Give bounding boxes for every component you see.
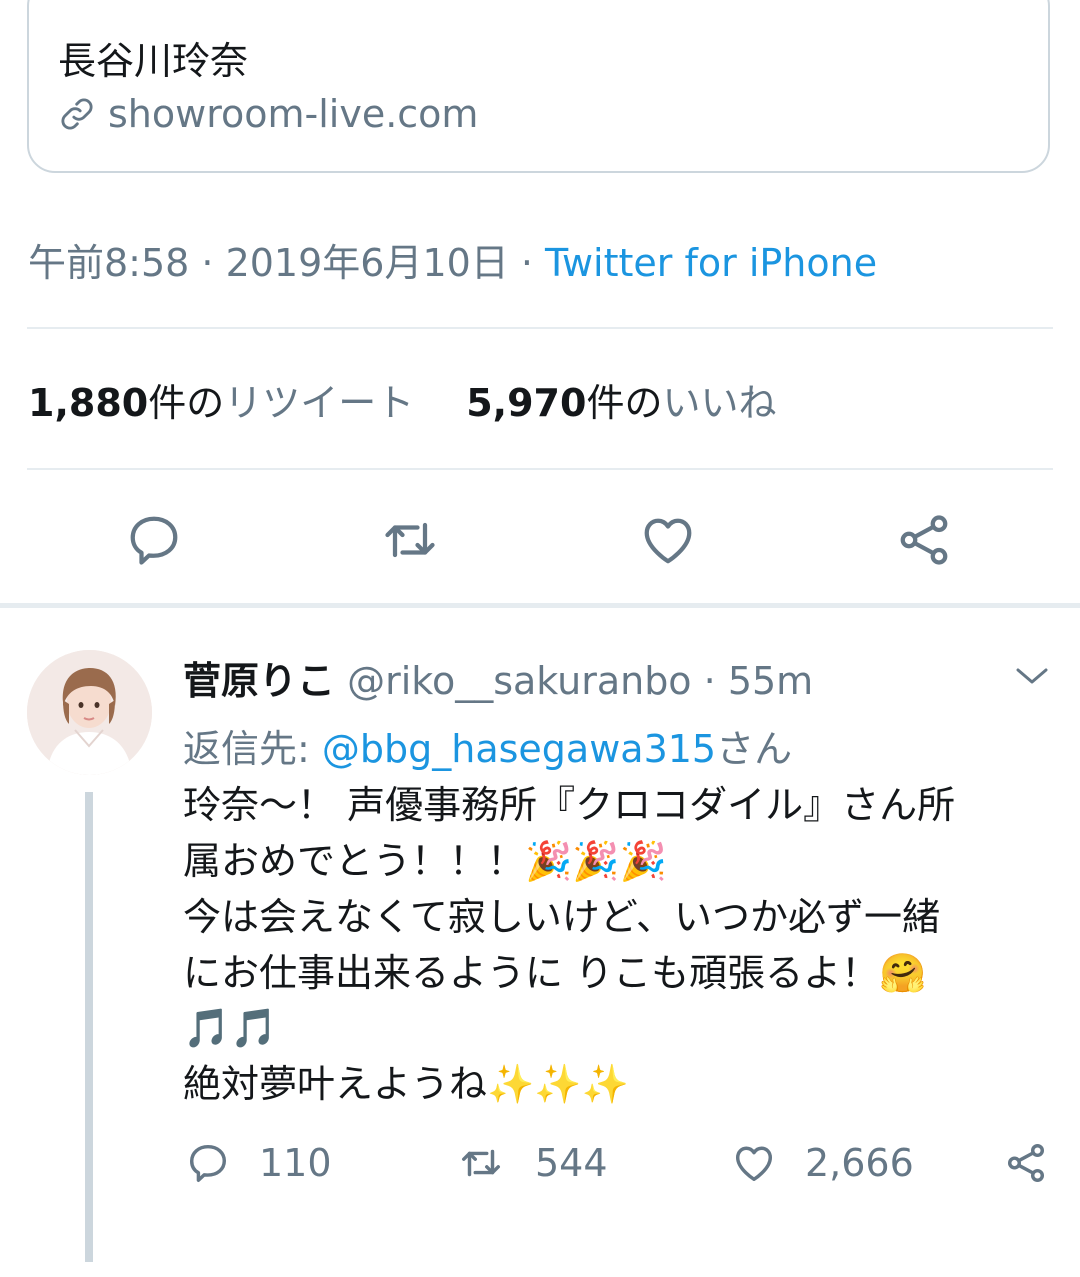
retweet-icon[interactable]	[380, 510, 440, 570]
reply-text-line: 玲奈〜！ 声優事務所『クロコダイル』さん所	[183, 783, 956, 827]
retweet-unit: 件の	[148, 381, 225, 425]
like-icon[interactable]	[638, 510, 698, 570]
reply-text-line: 属おめでとう！！！🎉🎉🎉	[183, 839, 667, 883]
like-count: 5,970	[466, 381, 587, 425]
reply-separator: ·	[691, 659, 728, 703]
tweet-source-link[interactable]: Twitter for iPhone	[545, 241, 877, 285]
reply-retweet-button[interactable]: 544	[455, 1140, 608, 1186]
reply-time: 55m	[727, 659, 814, 703]
retweet-stat[interactable]: 1,880件のリツイート	[28, 381, 414, 425]
reply-share-button[interactable]	[1003, 1140, 1077, 1186]
link-icon	[61, 98, 93, 130]
reply-icon	[189, 1144, 227, 1182]
link-card-domain: showroom-live.com	[58, 92, 478, 136]
retweet-icon	[462, 1149, 500, 1177]
section-divider	[0, 603, 1080, 608]
reply-reply-count: 110	[259, 1141, 332, 1185]
reply-to-mention[interactable]: @bbg_hasegawa315	[322, 727, 716, 771]
reply-to: 返信先: @bbg_hasegawa315さん	[183, 718, 792, 773]
reply-text-line: 今は会えなくて寂しいけど、いつか必ず一緒	[183, 895, 940, 939]
like-unit: 件の	[586, 381, 663, 425]
link-card-domain-text: showroom-live.com	[108, 92, 479, 136]
thread-line	[85, 792, 93, 1262]
reply-author-handle[interactable]: @riko__sakuranbo	[347, 659, 691, 703]
link-card[interactable]	[27, 0, 1050, 173]
link-card-title: 長谷川玲奈	[58, 39, 249, 83]
like-label: いいね	[662, 381, 777, 425]
reply-like-count: 2,666	[805, 1141, 914, 1185]
share-icon[interactable]	[894, 510, 954, 570]
reply-to-label: 返信先:	[183, 727, 322, 771]
share-icon	[1007, 1144, 1045, 1182]
like-icon	[735, 1146, 773, 1182]
reply-author-name[interactable]: 菅原りこ	[183, 659, 335, 703]
reply-like-button[interactable]: 2,666	[731, 1140, 914, 1186]
tweet-timestamp: 午前8:58 · 2019年6月10日 ·	[28, 241, 546, 285]
divider	[27, 468, 1053, 470]
divider	[27, 327, 1053, 329]
retweet-label: リツイート	[224, 381, 415, 425]
avatar[interactable]	[27, 650, 152, 775]
chevron-down-icon[interactable]	[1010, 660, 1054, 692]
retweet-count: 1,880	[28, 381, 149, 425]
reply-text-line: 🎵🎵	[183, 1006, 278, 1050]
reply-icon[interactable]	[124, 510, 184, 570]
tweet-meta: 午前8:58 · 2019年6月10日 · Twitter for iPhone	[28, 232, 877, 287]
tweet-stats: 1,880件のリツイート 5,970件のいいね	[28, 372, 776, 427]
avatar-photo	[27, 650, 152, 775]
reply-to-suffix: さん	[716, 727, 793, 771]
reply-text-line: にお仕事出来るように りこも頑張るよ！🤗	[183, 951, 927, 995]
reply-reply-button[interactable]: 110	[185, 1140, 332, 1186]
reply-header: 菅原りこ @riko__sakuranbo · 55m	[183, 650, 813, 705]
reply-text-line: 絶対夢叶えようね✨✨✨	[183, 1062, 629, 1106]
reply-retweet-count: 544	[535, 1141, 608, 1185]
like-stat[interactable]: 5,970件のいいね	[466, 381, 776, 425]
